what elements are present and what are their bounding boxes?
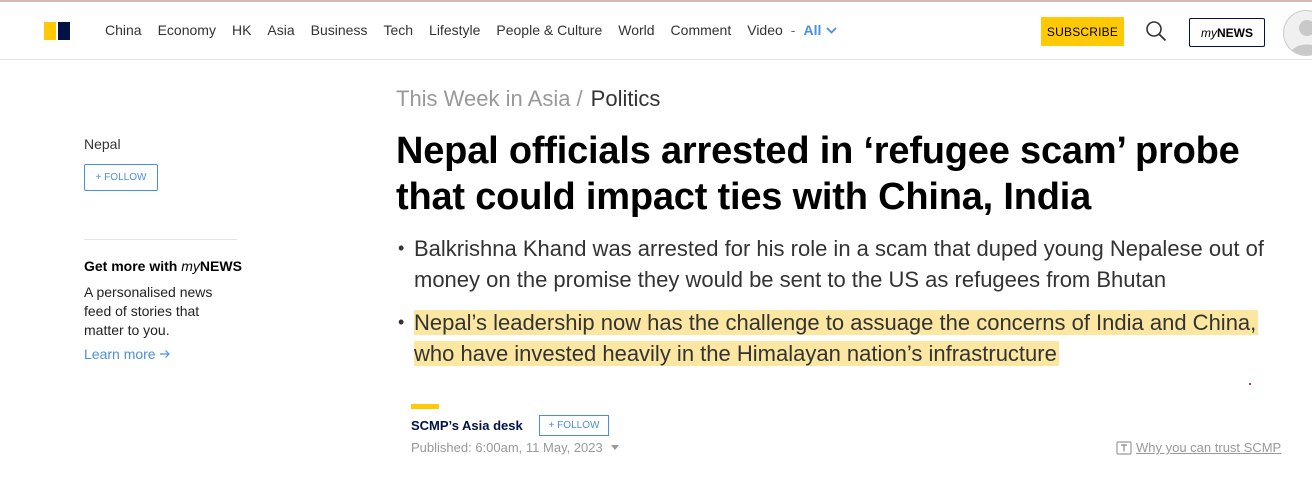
author-name[interactable]: SCMP’s Asia desk: [411, 418, 523, 433]
summary-bullet: • Balkrishna Khand was arrested for his …: [396, 233, 1296, 295]
bullet-dot: •: [398, 312, 405, 332]
article-summary-bullets: • Balkrishna Khand was arrested for his …: [396, 233, 1296, 381]
trust-scmp-link[interactable]: Why you can trust SCMP: [1116, 440, 1281, 455]
logo-navy-block: [58, 22, 70, 40]
site-header: China Economy HK Asia Business Tech Life…: [0, 2, 1312, 60]
trust-badge-icon: [1116, 440, 1132, 455]
mynews-promo-title: Get more with myNEWS: [84, 258, 242, 274]
nav-separator: -: [790, 22, 796, 38]
learn-more-link[interactable]: Learn more: [84, 346, 171, 362]
topic-follow-button[interactable]: + FOLLOW: [84, 164, 158, 191]
nav-item-asia[interactable]: Asia: [267, 22, 294, 38]
learn-more-label: Learn more: [84, 346, 156, 362]
sidebar-divider: [84, 239, 237, 240]
nav-item-china[interactable]: China: [105, 22, 142, 38]
nav-item-comment[interactable]: Comment: [671, 22, 732, 38]
nav-item-economy[interactable]: Economy: [158, 22, 216, 38]
promo-title-news: NEWS: [199, 258, 242, 274]
mynews-button[interactable]: my NEWS: [1189, 18, 1265, 47]
user-avatar-icon: [1290, 20, 1312, 55]
logo-yellow-block: [44, 22, 56, 40]
caret-down-icon: [610, 445, 619, 450]
article-headline: Nepal officials arrested in ‘refugee sca…: [396, 130, 1240, 218]
nav-item-people-culture[interactable]: People & Culture: [496, 22, 602, 38]
nav-item-hk[interactable]: HK: [232, 22, 251, 38]
published-date-text: Published: 6:00am, 11 May, 2023: [411, 440, 603, 455]
published-date[interactable]: Published: 6:00am, 11 May, 2023: [411, 440, 619, 455]
summary-bullet: • Nepal’s leadership now has the challen…: [396, 307, 1296, 369]
user-avatar[interactable]: [1283, 10, 1312, 56]
bullet-dot: •: [398, 238, 405, 258]
author-accent-bar: [411, 404, 439, 409]
nav-item-world[interactable]: World: [618, 22, 654, 38]
sidebar-topic[interactable]: Nepal: [84, 136, 121, 152]
stray-mark: [1249, 383, 1251, 385]
nav-item-tech[interactable]: Tech: [383, 22, 413, 38]
summary-bullet-text: Balkrishna Khand was arrested for his ro…: [414, 236, 1264, 292]
scmp-logo[interactable]: [44, 22, 70, 40]
mynews-my-text: my: [1201, 25, 1217, 40]
mynews-promo-description: A personalised news feed of stories that…: [84, 284, 213, 338]
promo-title-my: my: [181, 258, 200, 274]
nav-item-business[interactable]: Business: [311, 22, 368, 38]
mynews-news-text: NEWS: [1217, 25, 1253, 40]
subscribe-button[interactable]: SUBSCRIBE: [1041, 17, 1124, 46]
breadcrumb-current[interactable]: Politics: [591, 86, 661, 111]
chevron-down-icon: [826, 26, 837, 34]
breadcrumb: This Week in Asia / Politics: [396, 86, 660, 112]
summary-bullet-text-highlighted: Nepal’s leadership now has the challenge…: [414, 310, 1259, 366]
search-icon[interactable]: [1145, 20, 1167, 42]
promo-title-prefix: Get more with: [84, 258, 182, 274]
breadcrumb-section[interactable]: This Week in Asia /: [396, 86, 583, 111]
nav-all-label: All: [803, 22, 822, 38]
nav-item-lifestyle[interactable]: Lifestyle: [429, 22, 480, 38]
nav-item-video[interactable]: Video: [747, 22, 783, 38]
author-follow-button[interactable]: + FOLLOW: [539, 415, 609, 436]
arrow-right-icon: [159, 350, 170, 358]
main-nav: China Economy HK Asia Business Tech Life…: [105, 22, 837, 38]
trust-scmp-label: Why you can trust SCMP: [1136, 440, 1282, 455]
nav-all-menu[interactable]: All: [803, 22, 837, 38]
